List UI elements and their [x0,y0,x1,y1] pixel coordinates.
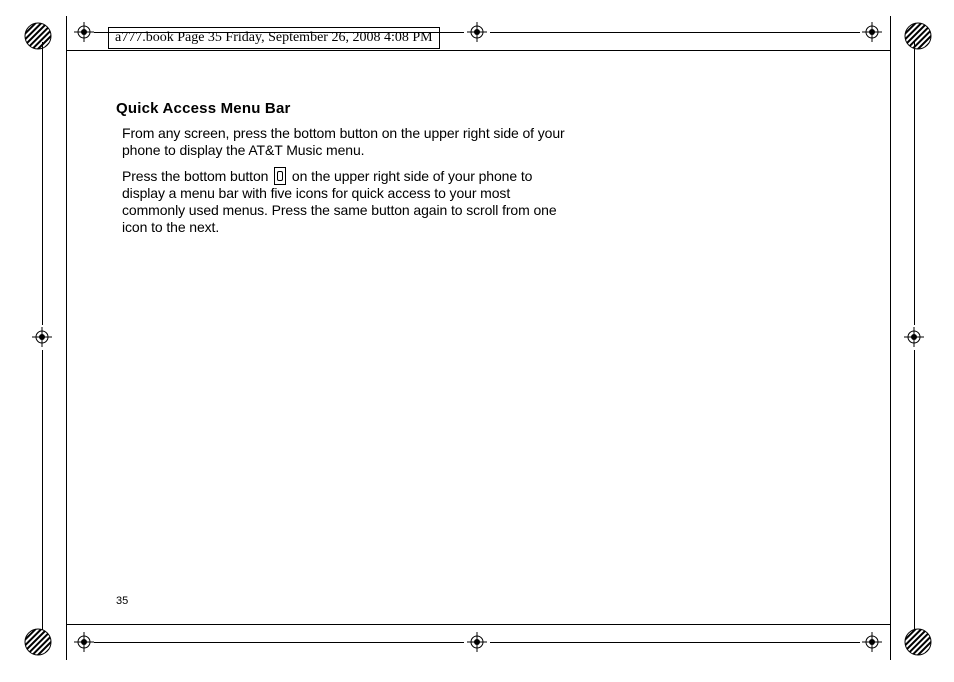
page-content: Quick Access Menu Bar From any screen, p… [116,100,566,244]
document-page: a777.book Page 35 Friday, September 26, … [0,0,954,682]
print-header-text: a777.book Page 35 Friday, September 26, … [115,30,433,45]
frame-line [890,16,891,660]
paragraph-2: Press the bottom button on the upper rig… [122,167,566,236]
print-header: a777.book Page 35 Friday, September 26, … [108,27,440,49]
crop-line [94,642,464,643]
crosshair-mark-icon [862,22,882,42]
crop-line [914,350,915,630]
frame-line [66,624,890,625]
frame-line [66,16,67,660]
crop-line [490,32,860,33]
page-number: 35 [116,595,128,607]
crosshair-mark-icon [74,632,94,652]
crosshair-mark-icon [904,327,924,347]
crosshair-mark-icon [467,22,487,42]
crosshair-mark-icon [862,632,882,652]
registration-mark-icon [24,22,52,50]
section-heading: Quick Access Menu Bar [116,100,566,117]
crop-line [490,642,860,643]
paragraph-1: From any screen, press the bottom button… [122,125,566,159]
crosshair-mark-icon [467,632,487,652]
frame-line [66,50,890,51]
crosshair-mark-icon [32,327,52,347]
crosshair-mark-icon [74,22,94,42]
registration-mark-icon [904,22,932,50]
crop-line [914,42,915,325]
crop-line [42,42,43,325]
registration-mark-icon [904,628,932,656]
registration-mark-icon [24,628,52,656]
phone-button-icon [274,167,286,185]
paragraph-2a: Press the bottom button [122,168,272,184]
crop-line [42,350,43,630]
